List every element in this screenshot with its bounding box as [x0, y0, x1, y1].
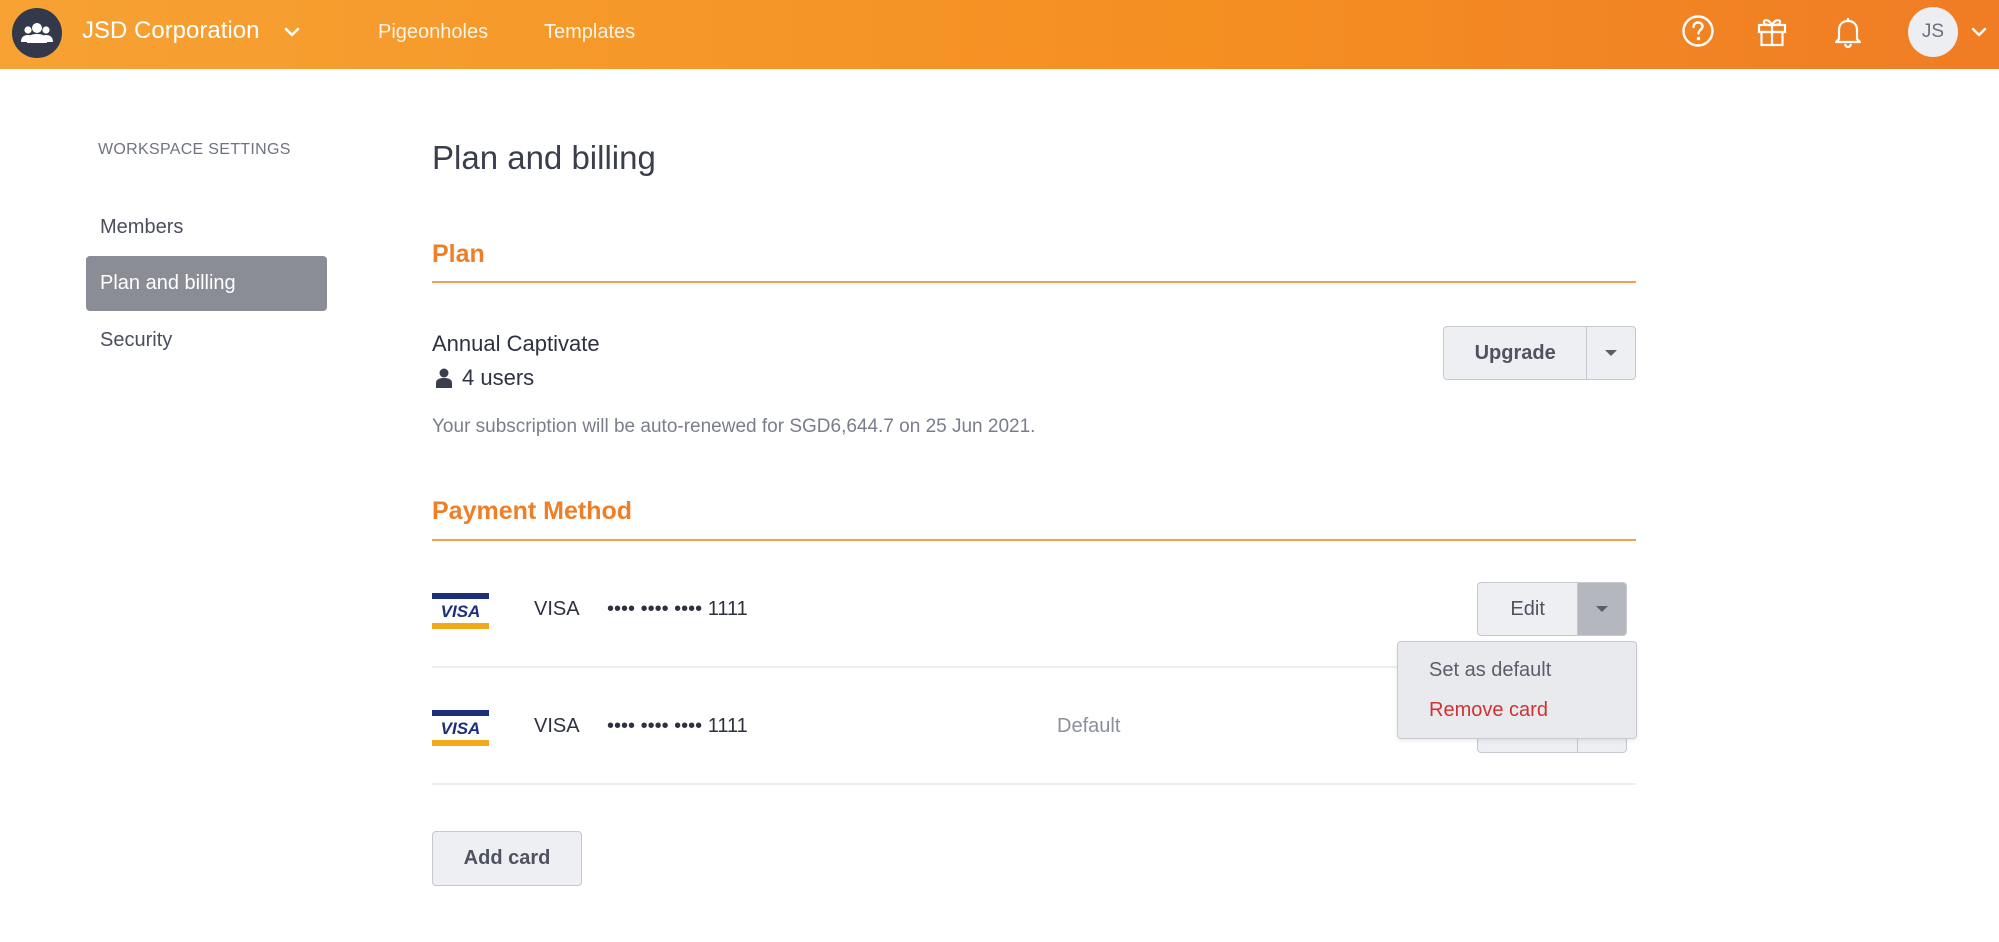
gift-icon[interactable]	[1754, 13, 1790, 49]
nav-pigeonholes[interactable]: Pigeonholes	[378, 19, 488, 45]
sidebar-heading: WORKSPACE SETTINGS	[98, 141, 291, 158]
renewal-note: Your subscription will be auto-renewed f…	[432, 416, 1036, 437]
workspace-users-icon[interactable]	[12, 8, 62, 58]
caret-down-icon	[1596, 606, 1609, 612]
nav-templates[interactable]: Templates	[544, 19, 635, 45]
top-bar: JSD Corporation Pigeonholes Templates JS	[0, 0, 1999, 69]
visa-card-icon: VISA	[432, 593, 489, 629]
payment-section-title: Payment Method	[432, 497, 633, 525]
card-number: •••• •••• •••• 1111	[607, 715, 748, 737]
plan-section-title: Plan	[432, 240, 485, 268]
visa-card-icon: VISA	[432, 710, 489, 746]
svg-text:VISA: VISA	[441, 719, 481, 738]
svg-text:VISA: VISA	[441, 602, 481, 621]
chevron-down-icon[interactable]	[1970, 23, 1988, 41]
set-as-default-menu-item[interactable]: Set as default	[1429, 659, 1551, 682]
section-divider	[432, 281, 1636, 283]
card-brand: VISA	[534, 715, 580, 737]
add-card-button[interactable]: Add card	[432, 831, 582, 886]
workspace-name[interactable]: JSD Corporation	[82, 16, 259, 46]
page-title: Plan and billing	[432, 139, 656, 176]
section-divider	[432, 539, 1636, 541]
default-badge: Default	[1057, 715, 1121, 737]
sidebar-item-security[interactable]: Security	[86, 313, 327, 368]
plan-users: 4 users	[436, 365, 534, 391]
plan-users-count: 4 users	[462, 365, 535, 390]
user-icon	[436, 368, 452, 388]
edit-card-button[interactable]: Edit	[1478, 583, 1579, 635]
users-group-icon	[21, 23, 53, 43]
upgrade-options-button[interactable]	[1587, 327, 1635, 379]
edit-card-button-group: Edit	[1477, 582, 1627, 636]
card-options-menu: Set as default Remove card	[1397, 641, 1637, 739]
remove-card-menu-item[interactable]: Remove card	[1429, 699, 1548, 722]
card-brand: VISA	[534, 598, 580, 620]
plan-name: Annual Captivate	[432, 331, 600, 356]
upgrade-button[interactable]: Upgrade	[1444, 327, 1588, 379]
avatar[interactable]: JS	[1908, 7, 1958, 57]
bell-icon[interactable]	[1830, 13, 1866, 49]
sidebar-item-members[interactable]: Members	[86, 200, 327, 255]
caret-down-icon	[1605, 350, 1618, 356]
help-icon[interactable]	[1680, 13, 1716, 49]
card-options-button[interactable]	[1578, 583, 1626, 635]
card-number: •••• •••• •••• 1111	[607, 598, 748, 620]
sidebar-item-plan-and-billing[interactable]: Plan and billing	[86, 256, 327, 311]
upgrade-button-group: Upgrade	[1443, 326, 1636, 380]
chevron-down-icon[interactable]	[282, 22, 302, 42]
